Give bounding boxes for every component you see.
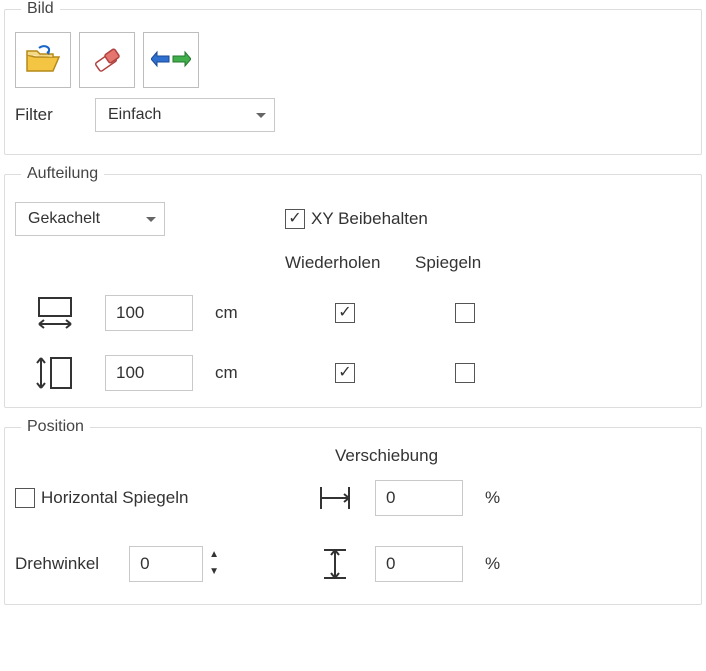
open-file-button[interactable] (15, 32, 71, 88)
filter-select[interactable]: Einfach (95, 98, 275, 132)
legend-aufteilung: Aufteilung (21, 165, 104, 183)
angle-step-down[interactable]: ▼ (205, 563, 223, 580)
width-mirror-checkbox[interactable] (455, 303, 475, 323)
shift-y-unit: % (485, 554, 525, 574)
height-unit: cm (215, 363, 275, 383)
group-aufteilung: Aufteilung Gekachelt XY Beibehalten Wied… (4, 165, 702, 408)
shift-x-unit: % (485, 488, 525, 508)
legend-bild: Bild (21, 0, 60, 18)
header-mirror: Spiegeln (415, 253, 515, 273)
hflip-checkbox[interactable] (15, 488, 35, 508)
width-dimension-icon (33, 296, 77, 330)
angle-spinner: ▲ ▼ (129, 546, 223, 582)
swap-arrows-icon (151, 46, 191, 74)
height-repeat-checkbox[interactable] (335, 363, 355, 383)
legend-position: Position (21, 418, 90, 436)
width-input[interactable] (105, 295, 193, 331)
aufteilung-mode-select[interactable]: Gekachelt (15, 202, 165, 236)
shift-y-input[interactable] (375, 546, 463, 582)
height-input[interactable] (105, 355, 193, 391)
group-bild: Bild Filter Einfach (4, 0, 702, 155)
filter-value: Einfach (108, 106, 161, 124)
hflip-row: Horizontal Spiegeln (15, 488, 295, 508)
angle-input[interactable] (129, 546, 203, 582)
position-grid: Horizontal Spiegeln % Drehwinkel ▲ ▼ (15, 478, 691, 590)
aufteilung-grid: Wiederholen Spiegeln cm cm (15, 253, 691, 393)
horizontal-shift-icon (315, 483, 355, 513)
filter-label: Filter (15, 105, 85, 125)
aufteilung-mode-value: Gekachelt (28, 210, 100, 228)
angle-step-up[interactable]: ▲ (205, 546, 223, 563)
width-repeat-checkbox[interactable] (335, 303, 355, 323)
chevron-down-icon (256, 113, 266, 118)
width-unit: cm (215, 303, 275, 323)
header-repeat: Wiederholen (285, 253, 405, 273)
angle-label: Drehwinkel (15, 554, 99, 574)
folder-open-icon (25, 45, 61, 75)
chevron-down-icon (146, 217, 156, 222)
eraser-icon (90, 43, 124, 77)
xy-keep-label: XY Beibehalten (311, 209, 428, 229)
bild-toolbar (15, 32, 691, 88)
swap-button[interactable] (143, 32, 199, 88)
height-dimension-icon (33, 354, 77, 392)
xy-keep-row: XY Beibehalten (285, 209, 428, 229)
width-icon-cell (15, 293, 95, 333)
height-icon-cell (15, 353, 95, 393)
height-mirror-checkbox[interactable] (455, 363, 475, 383)
vertical-shift-icon (320, 544, 350, 584)
xy-keep-checkbox[interactable] (285, 209, 305, 229)
shift-x-input[interactable] (375, 480, 463, 516)
group-position: Position Verschiebung Horizontal Spiegel… (4, 418, 702, 605)
erase-button[interactable] (79, 32, 135, 88)
shift-label: Verschiebung (335, 446, 438, 466)
hflip-label: Horizontal Spiegeln (41, 488, 188, 508)
